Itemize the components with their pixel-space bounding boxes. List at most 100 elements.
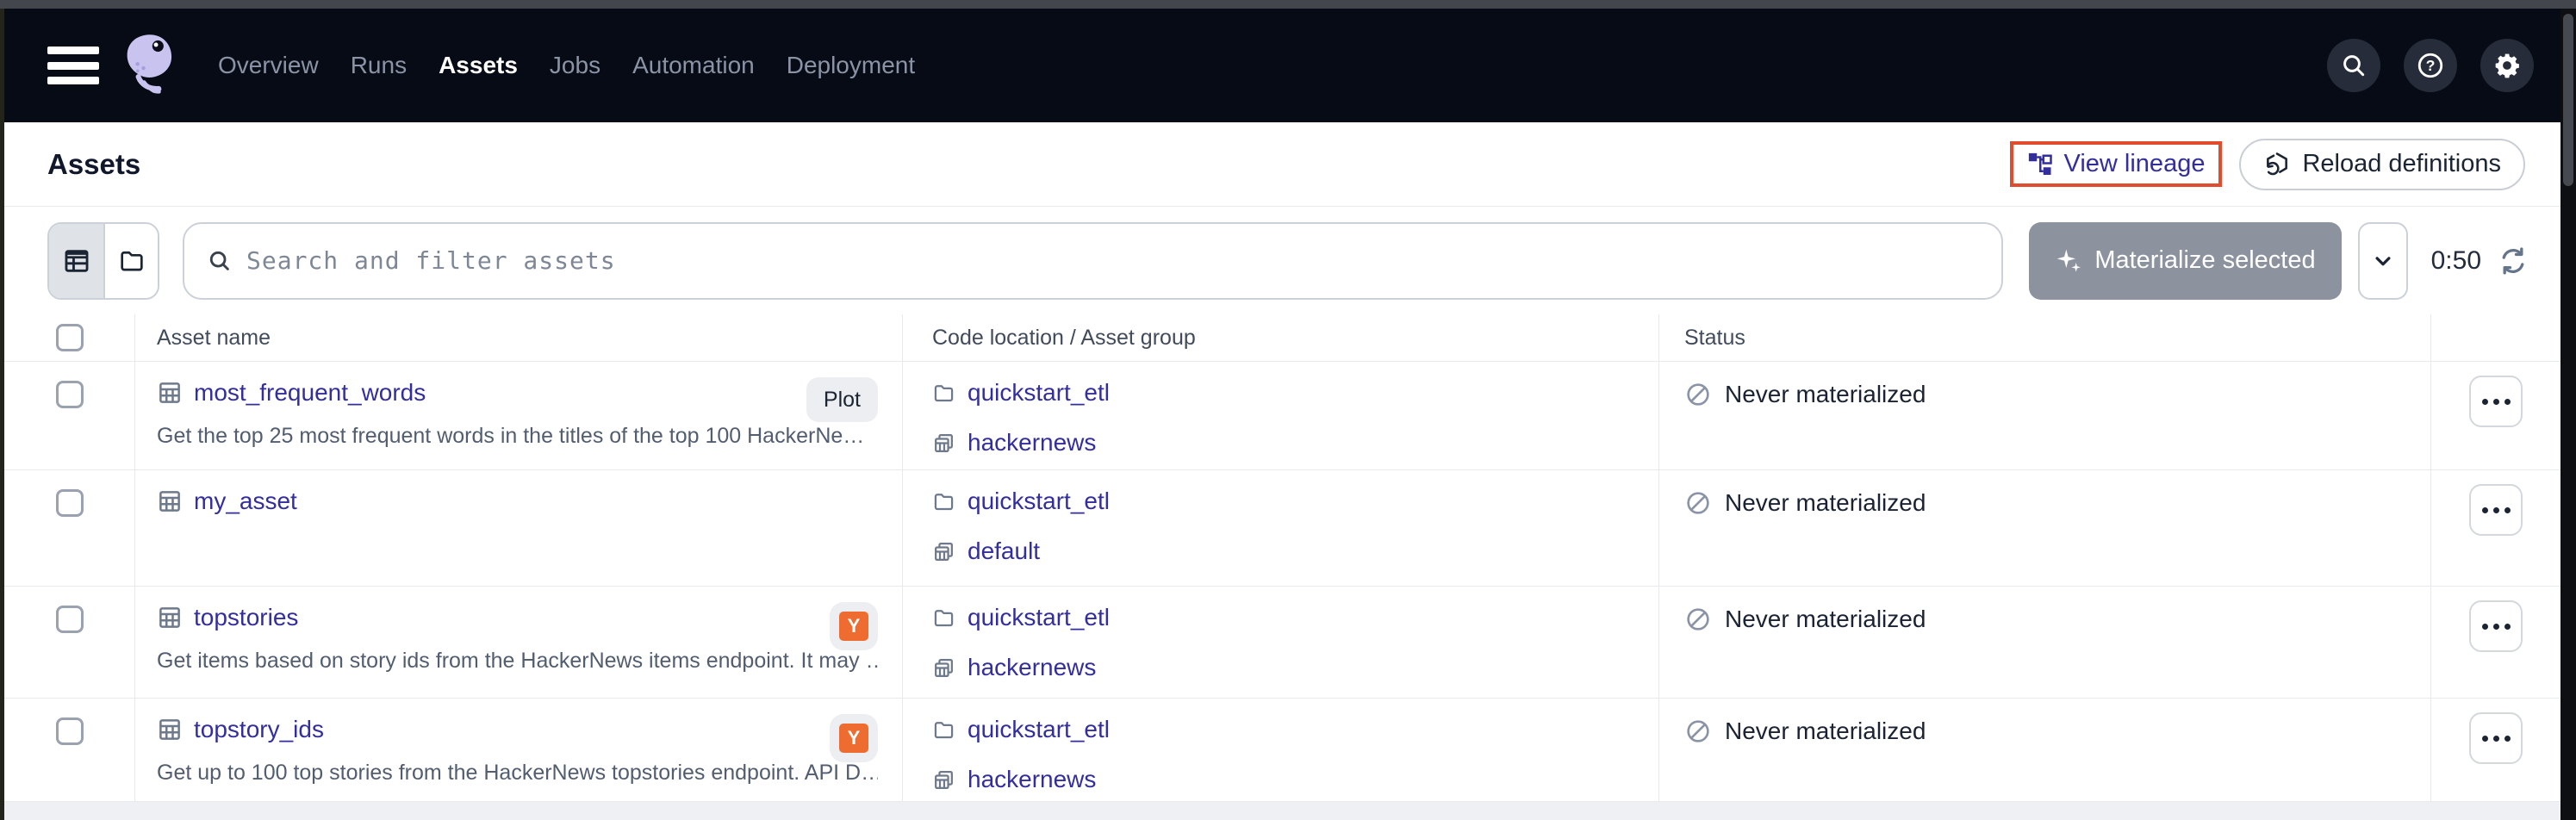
row-checkbox[interactable] — [56, 489, 84, 517]
nav-item-runs[interactable]: Runs — [351, 52, 407, 79]
primary-nav: Overview Runs Assets Jobs Automation Dep… — [218, 52, 915, 79]
asset-group-link[interactable]: hackernews — [968, 766, 1096, 793]
lineage-graph-icon — [2027, 152, 2053, 177]
asset-group-icon — [932, 768, 955, 792]
table-view-icon — [62, 246, 91, 276]
folder-icon — [932, 718, 955, 742]
row-checkbox[interactable] — [56, 381, 84, 408]
asset-group-icon — [932, 540, 955, 563]
never-materialized-icon — [1684, 718, 1712, 745]
folder-view-toggle[interactable] — [103, 224, 158, 298]
asset-name-link[interactable]: most_frequent_words — [194, 379, 426, 407]
asset-name-link[interactable]: topstories — [194, 604, 298, 631]
search-icon — [2340, 52, 2368, 79]
column-header-code-location: Code location / Asset group — [903, 326, 1196, 351]
folder-icon — [932, 490, 955, 513]
never-materialized-icon — [1684, 489, 1712, 517]
asset-description: Get up to 100 top stories from the Hacke… — [157, 761, 878, 786]
view-lineage-button[interactable]: View lineage — [2027, 150, 2206, 178]
hamburger-menu-icon[interactable] — [47, 47, 99, 84]
refresh-button[interactable] — [2495, 243, 2531, 279]
sparkle-icon — [2055, 247, 2082, 275]
code-location-link[interactable]: quickstart_etl — [968, 379, 1110, 407]
asset-group-link[interactable]: hackernews — [968, 654, 1096, 681]
materialize-selected-button[interactable]: Materialize selected — [2029, 222, 2341, 300]
nav-item-automation[interactable]: Automation — [632, 52, 755, 79]
reload-definitions-label: Reload definitions — [2302, 150, 2501, 178]
asset-table-icon — [157, 605, 183, 631]
reload-definitions-button[interactable]: Reload definitions — [2239, 139, 2525, 190]
page-scrollbar[interactable] — [2560, 9, 2576, 820]
never-materialized-icon — [1684, 606, 1712, 633]
asset-name-link[interactable]: my_asset — [194, 488, 297, 515]
row-actions-button[interactable] — [2469, 376, 2523, 427]
refresh-countdown: 0:50 — [2431, 246, 2481, 276]
select-all-checkbox[interactable] — [56, 324, 84, 351]
search-input-icon — [207, 248, 233, 274]
gear-icon — [2493, 52, 2521, 79]
row-actions-button[interactable] — [2469, 600, 2523, 652]
asset-table-icon — [157, 488, 183, 514]
status-text: Never materialized — [1725, 718, 1926, 745]
materialize-options-button[interactable] — [2358, 222, 2408, 300]
code-location-link[interactable]: quickstart_etl — [968, 604, 1110, 631]
status-text: Never materialized — [1725, 606, 1926, 633]
window-top-edge — [0, 0, 2576, 9]
code-location-link[interactable]: quickstart_etl — [968, 716, 1110, 743]
scrollbar-thumb[interactable] — [2563, 14, 2573, 186]
column-header-asset-name: Asset name — [135, 326, 271, 351]
code-location-link[interactable]: quickstart_etl — [968, 488, 1110, 515]
table-row: topstories Get items based on story ids … — [4, 587, 2560, 699]
asset-group-link[interactable]: default — [968, 537, 1040, 565]
page-background — [4, 802, 2560, 820]
asset-tag-hackernews: Y — [830, 714, 878, 762]
view-lineage-highlight-box: View lineage — [2010, 141, 2223, 187]
help-button[interactable]: ? — [2404, 39, 2457, 92]
nav-item-jobs[interactable]: Jobs — [550, 52, 600, 79]
search-input[interactable] — [246, 246, 1979, 275]
global-search-button[interactable] — [2327, 39, 2380, 92]
row-checkbox[interactable] — [56, 718, 84, 745]
top-navbar: Overview Runs Assets Jobs Automation Dep… — [4, 9, 2560, 122]
asset-table-icon — [157, 380, 183, 406]
nav-item-deployment[interactable]: Deployment — [787, 52, 915, 79]
dagster-octopus-logo[interactable] — [115, 29, 187, 102]
asset-tag-hackernews: Y — [830, 602, 878, 650]
column-header-status: Status — [1659, 326, 1745, 351]
asset-description: Get the top 25 most frequent words in th… — [157, 424, 878, 449]
chevron-down-icon — [2370, 248, 2396, 274]
asset-table-icon — [157, 717, 183, 742]
settings-button[interactable] — [2480, 39, 2534, 92]
never-materialized-icon — [1684, 381, 1712, 408]
row-checkbox[interactable] — [56, 606, 84, 633]
folder-view-icon — [118, 247, 146, 275]
page-title: Assets — [47, 148, 140, 181]
table-row: my_asset quickstart_etl def — [4, 470, 2560, 587]
table-header-row: Asset name Code location / Asset group S… — [4, 314, 2560, 362]
row-actions-button[interactable] — [2469, 484, 2523, 536]
folder-icon — [932, 382, 955, 405]
y-combinator-badge: Y — [839, 724, 868, 753]
list-view-toggle[interactable] — [49, 224, 103, 298]
status-text: Never materialized — [1725, 381, 1926, 408]
refresh-icon — [2497, 245, 2529, 277]
asset-group-link[interactable]: hackernews — [968, 429, 1096, 457]
page-header: Assets View lineage — [4, 122, 2560, 207]
asset-name-link[interactable]: topstory_ids — [194, 716, 324, 743]
asset-group-icon — [932, 432, 955, 455]
asset-search-box — [183, 222, 2003, 300]
asset-group-icon — [932, 656, 955, 680]
folder-icon — [932, 606, 955, 630]
table-row: topstory_ids Get up to 100 top stories f… — [4, 699, 2560, 802]
assets-toolbar: Materialize selected 0:50 — [4, 207, 2560, 314]
svg-text:?: ? — [2426, 57, 2436, 74]
materialize-selected-label: Materialize selected — [2094, 246, 2315, 275]
nav-item-overview[interactable]: Overview — [218, 52, 319, 79]
dagster-app-window: Overview Runs Assets Jobs Automation Dep… — [4, 9, 2560, 820]
row-actions-button[interactable] — [2469, 712, 2523, 764]
nav-item-assets[interactable]: Assets — [439, 52, 518, 79]
view-mode-toggle — [47, 222, 159, 300]
status-text: Never materialized — [1725, 489, 1926, 517]
asset-description: Get items based on story ids from the Ha… — [157, 649, 878, 674]
view-lineage-label: View lineage — [2064, 150, 2206, 178]
